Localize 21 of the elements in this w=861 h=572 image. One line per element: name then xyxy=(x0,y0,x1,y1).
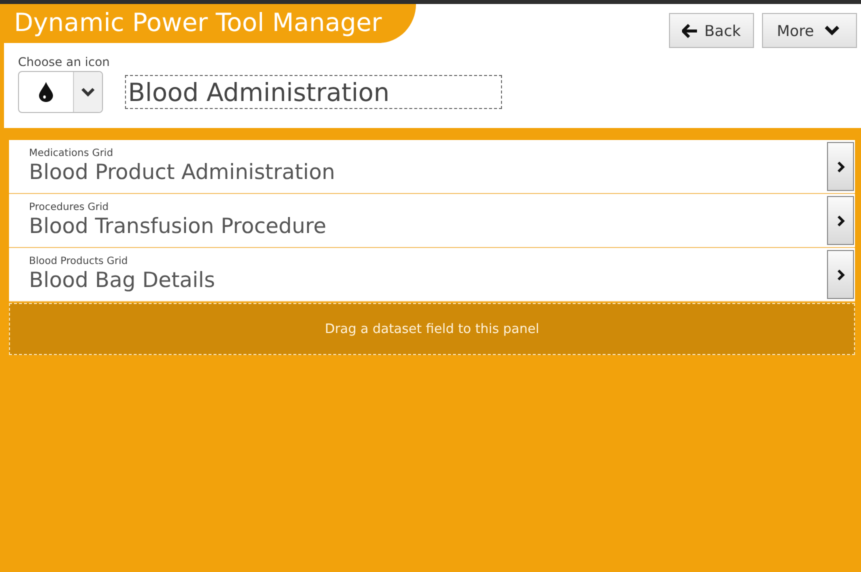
grid-title: Blood Product Administration xyxy=(29,160,336,184)
open-button[interactable] xyxy=(827,250,854,299)
chevron-down-icon xyxy=(824,25,840,36)
icon-picker-label: Choose an icon xyxy=(18,55,110,69)
grid-type-label: Procedures Grid xyxy=(29,202,110,212)
back-button[interactable]: Back xyxy=(669,13,754,48)
name-field[interactable]: Blood Administration xyxy=(125,75,502,109)
grid-title: Blood Bag Details xyxy=(29,268,216,292)
chevron-right-icon xyxy=(836,214,844,226)
chevron-right-icon xyxy=(836,268,844,280)
grid-type-label: Blood Products Grid xyxy=(29,256,129,266)
more-button[interactable]: More xyxy=(762,13,857,48)
arrow-left-icon xyxy=(682,24,698,38)
drop-icon xyxy=(39,82,53,102)
chevron-right-icon xyxy=(836,160,844,172)
icon-picker[interactable] xyxy=(18,71,103,113)
open-button[interactable] xyxy=(827,142,854,191)
open-button[interactable] xyxy=(827,196,854,245)
grid-type-label: Medications Grid xyxy=(29,148,114,158)
chevron-down-icon xyxy=(81,87,95,97)
grid-title: Blood Transfusion Procedure xyxy=(29,214,328,238)
